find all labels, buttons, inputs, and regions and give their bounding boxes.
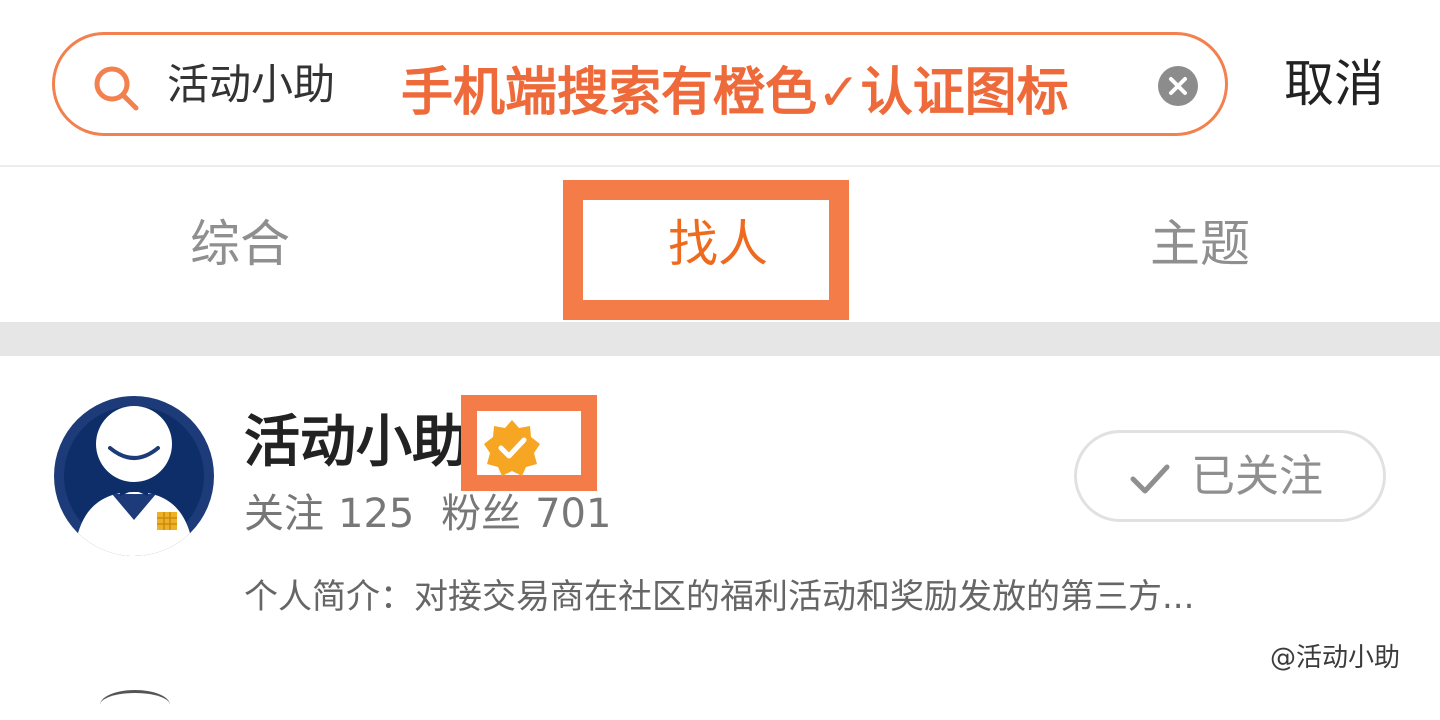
cancel-button[interactable]: 取消 <box>1284 54 1384 114</box>
follow-button-label: 已关注 <box>1191 451 1323 502</box>
user-name[interactable]: 活动小助 <box>244 410 468 476</box>
divider <box>0 165 1440 167</box>
tab-comprehensive[interactable]: 综合 <box>190 214 290 274</box>
search-icon <box>94 66 139 111</box>
check-icon <box>1130 464 1170 494</box>
section-separator <box>0 322 1440 356</box>
user-bio: 个人简介：对接交易商在社区的福利活动和奖励发放的第三方... <box>244 577 1195 617</box>
following-count: 125 <box>338 491 415 537</box>
search-query-text: 活动小助 <box>167 60 336 109</box>
followers-label: 粉丝 <box>441 491 522 537</box>
clear-icon[interactable] <box>1157 65 1199 107</box>
avatar[interactable] <box>54 396 214 556</box>
followers-count: 701 <box>535 491 612 537</box>
next-avatar-partial <box>100 690 170 720</box>
tab-topics[interactable]: 主题 <box>1150 214 1250 274</box>
tab-highlight-box <box>563 180 849 320</box>
following-label: 关注 <box>244 491 324 537</box>
verified-badge-icon <box>484 420 540 476</box>
follow-button[interactable]: 已关注 <box>1074 430 1386 522</box>
search-input[interactable]: 活动小助 手机端搜索有橙色✓认证图标 <box>52 32 1228 136</box>
annotation-text: 手机端搜索有橙色✓认证图标 <box>401 63 1069 123</box>
user-stats: 关注 125 粉丝 701 <box>244 488 625 540</box>
watermark: @活动小助 <box>1270 643 1401 673</box>
